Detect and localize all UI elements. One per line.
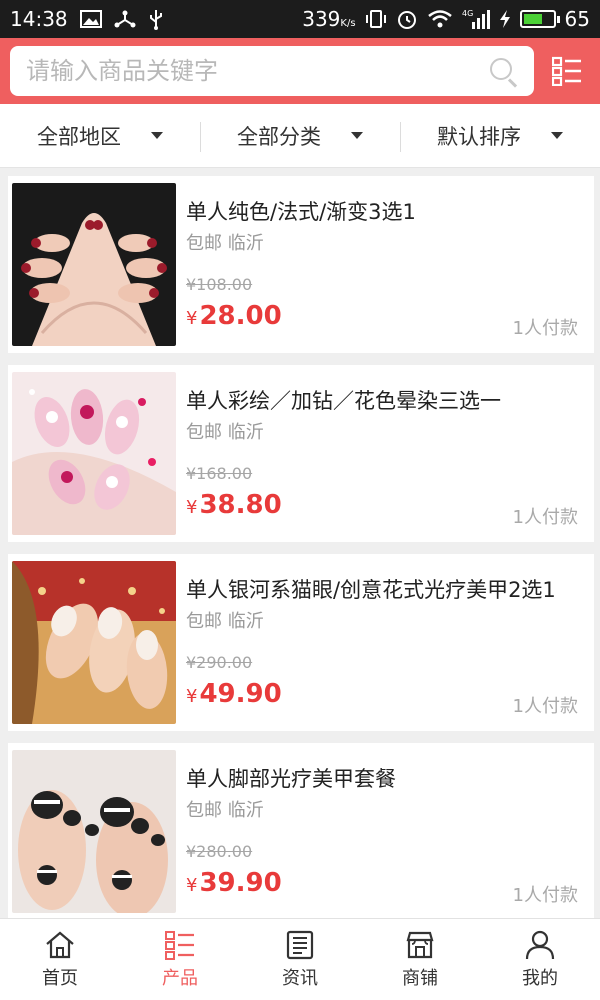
tab-shop[interactable]: 商铺 — [360, 919, 480, 1000]
sale-price: ¥39.90 — [186, 868, 282, 898]
tab-label: 资讯 — [282, 967, 318, 989]
bottom-tab-bar: 首页 产品 资讯 商铺 我的 — [0, 918, 600, 1000]
product-image — [12, 372, 176, 535]
top-bar — [0, 38, 600, 104]
sales-count: 1人付款 — [512, 507, 578, 528]
product-title[interactable]: 单人脚部光疗美甲套餐 — [186, 763, 396, 793]
product-title[interactable]: 单人纯色/法式/渐变3选1 — [186, 196, 416, 226]
product-image — [12, 561, 176, 724]
shipping-location: 包邮 临沂 — [186, 233, 264, 254]
search-input[interactable] — [26, 57, 488, 85]
usb-icon — [149, 10, 162, 30]
tab-label: 首页 — [42, 967, 78, 989]
tab-news[interactable]: 资讯 — [240, 919, 360, 1000]
tab-home[interactable]: 首页 — [0, 919, 120, 1000]
product-image — [12, 750, 176, 913]
sale-price: ¥38.80 — [186, 490, 282, 520]
battery-percent: 65 — [564, 7, 590, 31]
wifi-icon — [427, 10, 452, 28]
sale-price: ¥28.00 — [186, 301, 282, 331]
filter-label: 全部分类 — [237, 124, 321, 149]
battery-fill — [523, 14, 542, 24]
tab-label: 商铺 — [402, 967, 438, 989]
original-price: ¥280.00 — [186, 842, 253, 861]
alarm-icon — [397, 11, 416, 29]
shipping-location: 包邮 临沂 — [186, 422, 264, 443]
product-card[interactable]: 单人银河系猫眼/创意花式光疗美甲2选1 包邮 临沂 ¥290.00 ¥49.90… — [8, 554, 594, 731]
svg-text:4G: 4G — [462, 9, 473, 18]
category-menu-icon[interactable] — [552, 56, 582, 86]
search-box[interactable] — [10, 46, 534, 96]
charging-icon — [499, 10, 510, 28]
battery-icon — [519, 10, 560, 28]
product-title[interactable]: 单人彩绘／加钻／花色晕染三选一 — [186, 385, 501, 415]
signal-icon: 4G — [462, 9, 490, 29]
filter-sort[interactable]: 默认排序 — [400, 104, 600, 167]
clock: 14:38 — [10, 7, 68, 31]
list-icon — [165, 930, 194, 960]
filter-region[interactable]: 全部地区 — [0, 104, 200, 167]
share-notification-icon — [114, 10, 136, 28]
sales-count: 1人付款 — [512, 696, 578, 717]
news-icon — [286, 930, 314, 959]
search-icon[interactable] — [488, 56, 518, 88]
shipping-location: 包邮 临沂 — [186, 611, 264, 632]
image-notification-icon — [79, 10, 102, 28]
tab-products[interactable]: 产品 — [120, 919, 240, 1000]
filter-label: 全部地区 — [37, 124, 121, 149]
original-price: ¥168.00 — [186, 464, 253, 483]
sales-count: 1人付款 — [512, 885, 578, 906]
caret-down-icon — [151, 132, 163, 139]
tab-mine[interactable]: 我的 — [480, 919, 600, 1000]
caret-down-icon — [351, 132, 363, 139]
home-icon — [46, 931, 74, 958]
tab-label: 我的 — [522, 967, 558, 989]
shop-icon — [406, 931, 434, 958]
original-price: ¥290.00 — [186, 653, 253, 672]
product-title[interactable]: 单人银河系猫眼/创意花式光疗美甲2选1 — [186, 574, 556, 604]
filter-label: 默认排序 — [437, 124, 521, 149]
filter-bar: 全部地区 全部分类 默认排序 — [0, 104, 600, 168]
vibrate-icon — [365, 10, 386, 28]
tab-label: 产品 — [162, 967, 198, 989]
product-card[interactable]: 单人彩绘／加钻／花色晕染三选一 包邮 临沂 ¥168.00 ¥38.80 1人付… — [8, 365, 594, 542]
caret-down-icon — [551, 132, 563, 139]
filter-category[interactable]: 全部分类 — [200, 104, 400, 167]
product-image — [12, 183, 176, 346]
status-bar: 14:38 339K/s 4G 65 — [0, 0, 600, 38]
product-card[interactable]: 单人脚部光疗美甲套餐 包邮 临沂 ¥280.00 ¥39.90 1人付款 — [8, 743, 594, 920]
sale-price: ¥49.90 — [186, 679, 282, 709]
product-list: 单人纯色/法式/渐变3选1 包邮 临沂 ¥108.00 ¥28.00 1人付款 … — [8, 176, 594, 932]
original-price: ¥108.00 — [186, 275, 253, 294]
product-card[interactable]: 单人纯色/法式/渐变3选1 包邮 临沂 ¥108.00 ¥28.00 1人付款 — [8, 176, 594, 353]
user-icon — [525, 930, 555, 959]
network-speed: 339K/s — [302, 7, 356, 31]
sales-count: 1人付款 — [512, 318, 578, 339]
shipping-location: 包邮 临沂 — [186, 800, 264, 821]
